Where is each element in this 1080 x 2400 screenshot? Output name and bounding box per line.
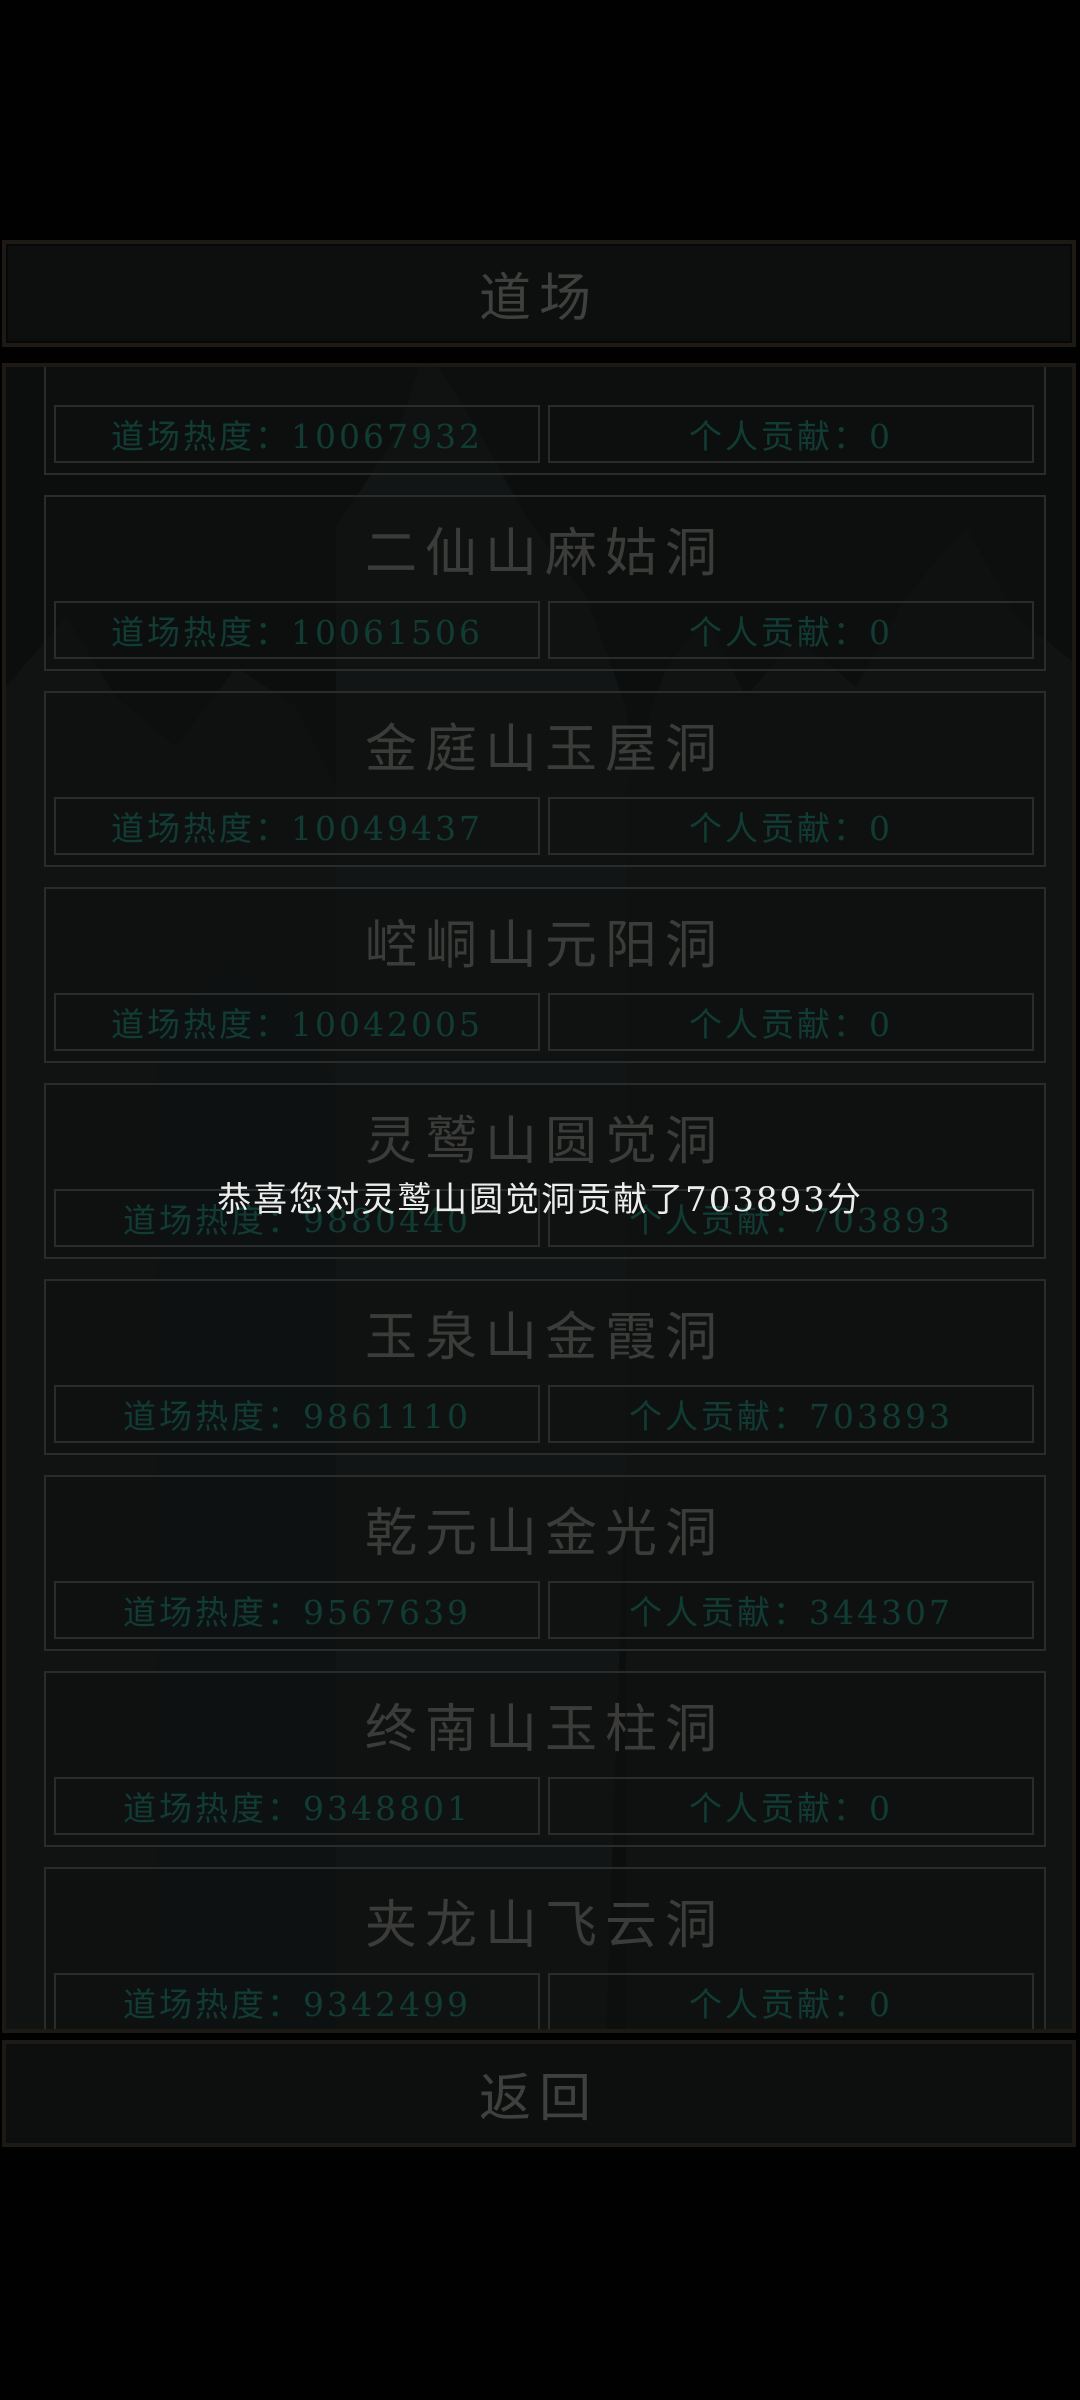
heat-stat: 道场热度：10042005 bbox=[54, 993, 540, 1051]
heat-stat: 道场热度：9567639 bbox=[54, 1581, 540, 1639]
cave-card[interactable]: 二仙山麻姑洞 道场热度：10061506 个人贡献：0 bbox=[44, 495, 1046, 671]
cave-name: 灵鹫山圆觉洞 bbox=[364, 1112, 725, 1172]
cave-card[interactable]: 金庭山玉屋洞 道场热度：10049437 个人贡献：0 bbox=[44, 691, 1046, 867]
heat-stat: 道场热度：9342499 bbox=[54, 1973, 540, 2029]
cave-name: 崆峒山元阳洞 bbox=[364, 916, 725, 976]
heat-stat: 道场热度：9348801 bbox=[54, 1777, 540, 1835]
cave-card[interactable]: 夹龙山飞云洞 道场热度：9342499 个人贡献：0 bbox=[44, 1867, 1046, 2029]
contribution-stat: 个人贡献：344307 bbox=[548, 1581, 1034, 1639]
contribution-stat: 个人贡献：0 bbox=[548, 601, 1034, 659]
title-bar: 道场 bbox=[2, 240, 1076, 347]
cave-name: 金庭山玉屋洞 bbox=[364, 720, 725, 780]
contribution-stat: 个人贡献：703893 bbox=[548, 1385, 1034, 1443]
contribution-stat: 个人贡献：0 bbox=[548, 405, 1034, 463]
screen: 道场 道场热度：10067932 个人贡献：0 二仙山麻姑洞 道场热度：1006… bbox=[0, 0, 1080, 2400]
cave-card[interactable]: 灵鹫山圆觉洞 道场热度：9880440 个人贡献：703893 bbox=[44, 1083, 1046, 1259]
cave-name: 终南山玉柱洞 bbox=[364, 1700, 725, 1760]
cave-name: 二仙山麻姑洞 bbox=[364, 524, 725, 584]
cave-card[interactable]: 玉泉山金霞洞 道场热度：9861110 个人贡献：703893 bbox=[44, 1279, 1046, 1455]
toast-message: 恭喜您对灵鹫山圆觉洞贡献了703893分 bbox=[217, 1180, 863, 1220]
back-button[interactable]: 返回 bbox=[2, 2040, 1076, 2147]
cave-card[interactable]: 终南山玉柱洞 道场热度：9348801 个人贡献：0 bbox=[44, 1671, 1046, 1847]
cave-card[interactable]: 道场热度：10067932 个人贡献：0 bbox=[44, 367, 1046, 475]
heat-stat: 道场热度：9861110 bbox=[54, 1385, 540, 1443]
cave-name: 玉泉山金霞洞 bbox=[364, 1308, 725, 1368]
contribution-stat: 个人贡献：0 bbox=[548, 797, 1034, 855]
cave-card[interactable]: 崆峒山元阳洞 道场热度：10042005 个人贡献：0 bbox=[44, 887, 1046, 1063]
contribution-stat: 个人贡献：0 bbox=[548, 1777, 1034, 1835]
cave-name: 乾元山金光洞 bbox=[364, 1504, 725, 1564]
contribution-stat: 个人贡献：0 bbox=[548, 1973, 1034, 2029]
back-button-label: 返回 bbox=[478, 2069, 599, 2129]
heat-stat: 道场热度：10061506 bbox=[54, 601, 540, 659]
contribution-stat: 个人贡献：0 bbox=[548, 993, 1034, 1051]
page-title: 道场 bbox=[478, 269, 599, 329]
cave-name: 夹龙山飞云洞 bbox=[364, 1896, 725, 1956]
heat-stat: 道场热度：10067932 bbox=[54, 405, 540, 463]
cave-card[interactable]: 乾元山金光洞 道场热度：9567639 个人贡献：344307 bbox=[44, 1475, 1046, 1651]
heat-stat: 道场热度：10049437 bbox=[54, 797, 540, 855]
